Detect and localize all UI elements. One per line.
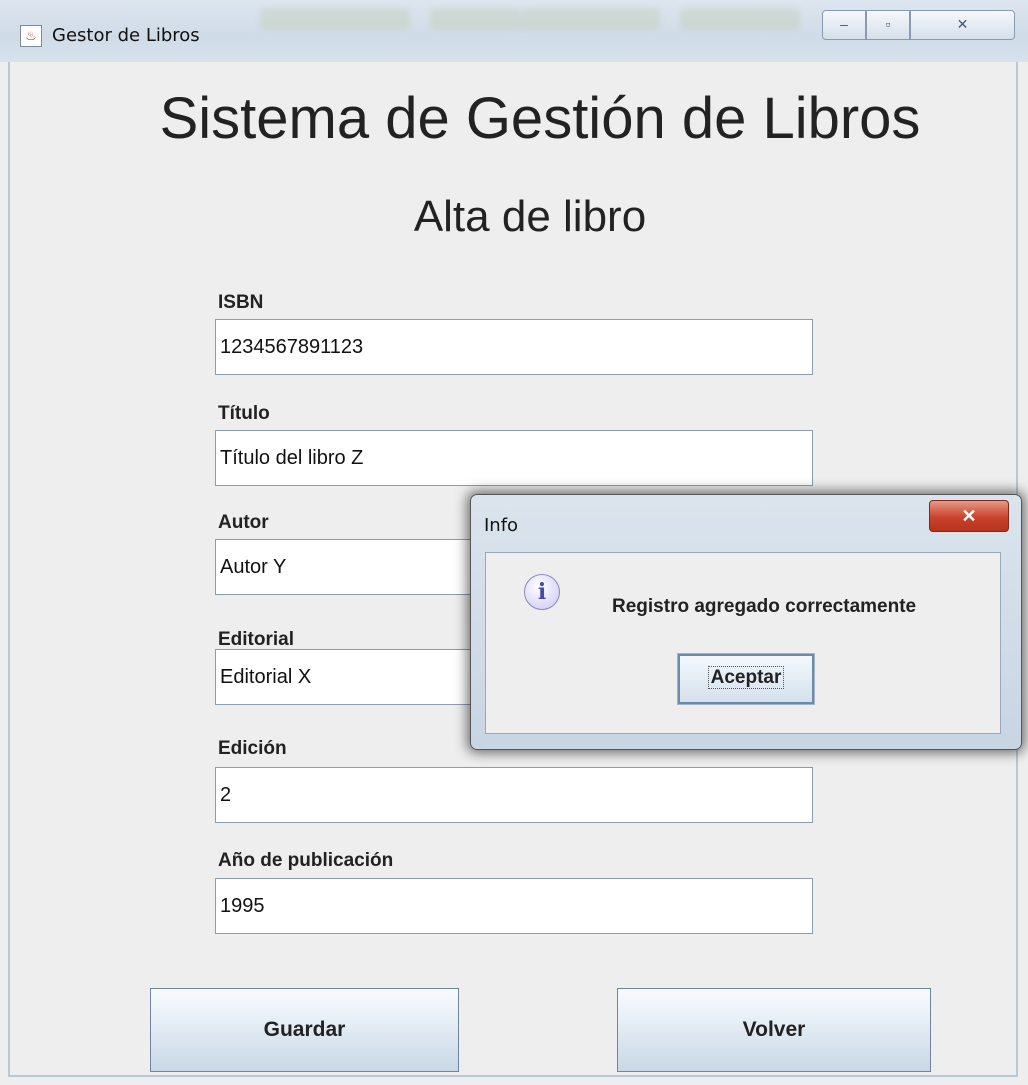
back-button[interactable]: Volver: [617, 988, 931, 1072]
close-button[interactable]: ✕: [910, 10, 1015, 40]
dialog-message: Registro agregado correctamente: [612, 596, 917, 617]
author-label: Autor: [218, 512, 269, 533]
isbn-label: ISBN: [218, 292, 264, 313]
year-label: Año de publicación: [218, 850, 394, 871]
publisher-label: Editorial: [218, 629, 295, 650]
dialog-title: Info: [484, 515, 519, 536]
accept-button[interactable]: Aceptar: [677, 653, 815, 705]
info-dialog: Info ✕ i Registro agregado correctamente…: [470, 494, 1022, 750]
minimize-button[interactable]: –: [822, 10, 866, 40]
edition-label: Edición: [218, 738, 287, 759]
accept-button-label: Aceptar: [707, 666, 785, 689]
dialog-body: i Registro agregado correctamente Acepta…: [485, 552, 1001, 734]
info-icon: i: [524, 574, 560, 610]
maximize-button[interactable]: ▫: [866, 10, 910, 40]
save-button[interactable]: Guardar: [150, 988, 459, 1072]
year-input[interactable]: [215, 878, 813, 934]
window-titlebar: ♨ Gestor de Libros – ▫ ✕: [0, 0, 1028, 62]
app-title: Sistema de Gestión de Libros: [159, 86, 921, 151]
edition-input[interactable]: [215, 767, 813, 823]
title-input[interactable]: [215, 430, 813, 486]
close-icon[interactable]: ✕: [929, 500, 1009, 532]
page-subtitle: Alta de libro: [413, 192, 647, 241]
java-icon: ♨: [20, 25, 42, 47]
isbn-input[interactable]: [215, 319, 813, 375]
window-title: Gestor de Libros: [52, 25, 200, 46]
title-label: Título: [218, 403, 270, 424]
